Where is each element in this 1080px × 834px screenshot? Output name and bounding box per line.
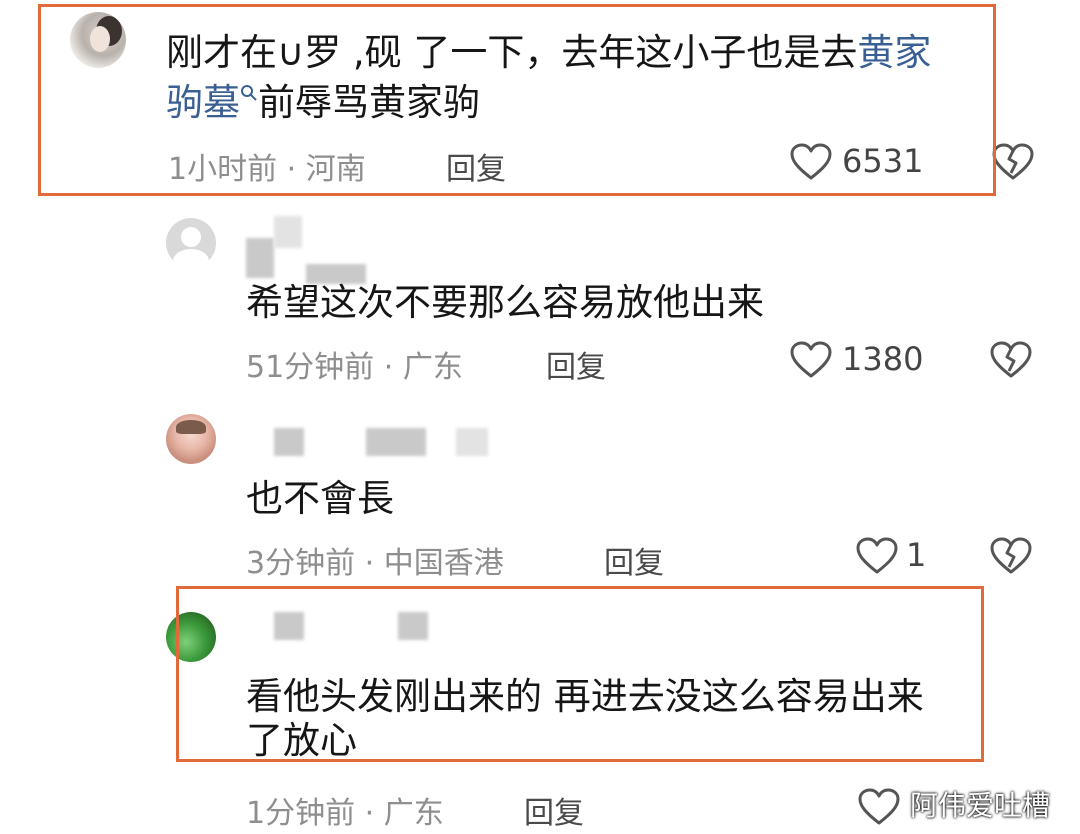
- like-count: 1380: [842, 340, 924, 378]
- broken-heart-icon[interactable]: [992, 143, 1034, 181]
- username-redacted: [274, 216, 302, 248]
- location: 广东: [402, 350, 463, 385]
- timestamp: 51分钟前: [246, 350, 375, 385]
- like-count: 1: [906, 536, 927, 574]
- location: 中国香港: [383, 546, 504, 581]
- comment-4-meta: 1分钟前 · 广东: [246, 788, 444, 832]
- comment-2-text: 希望这次不要那么容易放他出来: [246, 281, 764, 324]
- watermark: 阿伟爱吐槽: [910, 789, 1051, 822]
- avatar[interactable]: [166, 414, 216, 464]
- highlight-box: [176, 586, 984, 762]
- timestamp: 1分钟前: [246, 796, 356, 831]
- reply-button[interactable]: 回复: [524, 788, 584, 832]
- separator: ·: [364, 546, 375, 581]
- location: 广东: [383, 796, 444, 831]
- username-redacted: [366, 428, 426, 456]
- separator: ·: [364, 796, 375, 831]
- comment-3-text: 也不會長: [246, 477, 394, 520]
- comment-3-meta: 3分钟前 · 中国香港: [246, 538, 504, 582]
- heart-icon[interactable]: [858, 788, 900, 826]
- separator: ·: [383, 350, 394, 385]
- username-redacted: [246, 238, 274, 278]
- reply-button[interactable]: 回复: [546, 342, 606, 386]
- highlight-box: [38, 4, 996, 196]
- avatar[interactable]: [166, 218, 216, 268]
- username-redacted: [274, 428, 304, 456]
- broken-heart-icon[interactable]: [990, 341, 1032, 379]
- reply-button[interactable]: 回复: [604, 538, 664, 582]
- heart-icon[interactable]: [790, 341, 832, 379]
- comment-2-meta: 51分钟前 · 广东: [246, 342, 463, 386]
- heart-icon[interactable]: [856, 537, 898, 575]
- timestamp: 3分钟前: [246, 546, 356, 581]
- username-redacted: [456, 428, 488, 456]
- broken-heart-icon[interactable]: [990, 537, 1032, 575]
